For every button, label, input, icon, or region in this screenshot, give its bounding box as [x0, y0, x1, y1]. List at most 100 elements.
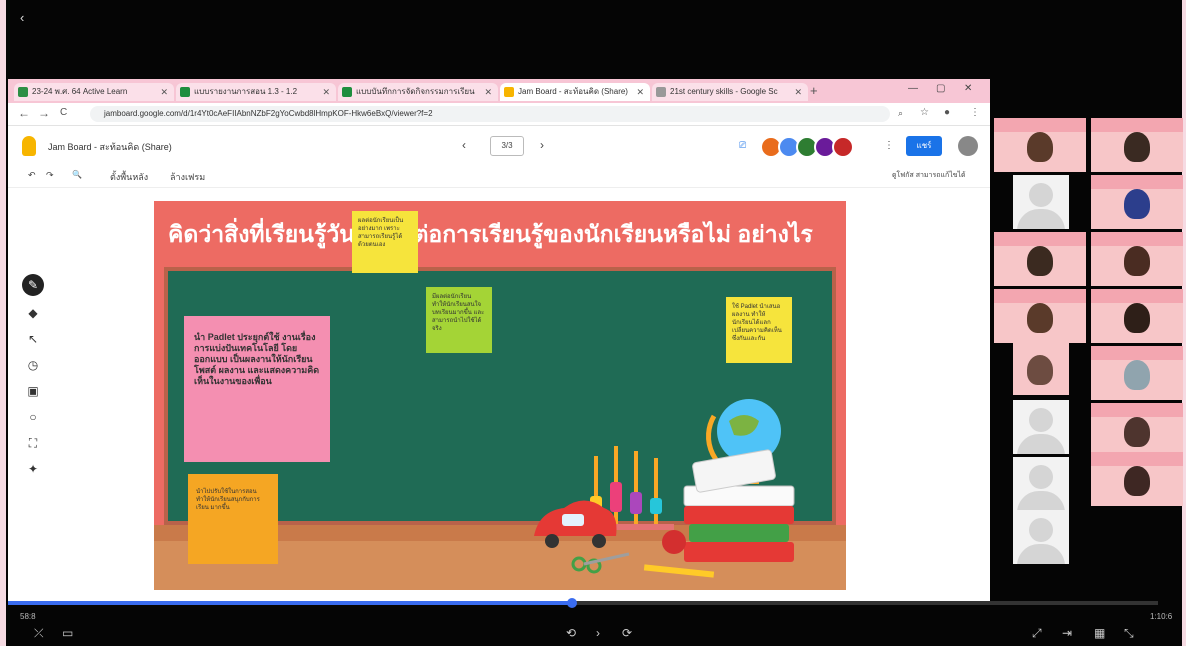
- rewind-icon[interactable]: ⟲: [566, 626, 576, 640]
- zoom-icon[interactable]: 🔍: [72, 170, 82, 179]
- profile-icon[interactable]: ●: [944, 107, 950, 118]
- close-tab-icon[interactable]: ✕: [794, 83, 802, 101]
- redo-icon[interactable]: ↷: [46, 170, 54, 181]
- circle-icon[interactable]: ○: [22, 406, 44, 428]
- browser-tab[interactable]: 23-24 พ.ศ. 64 Active Learn ✕: [14, 83, 174, 101]
- tile-header: [994, 118, 1086, 132]
- jamboard-frame[interactable]: คิดว่าสิ่งที่เรียนรู้วันนี้มีผลต่อการเรี…: [154, 201, 846, 590]
- close-tab-icon[interactable]: ✕: [160, 83, 168, 101]
- expand-icon[interactable]: ⤢: [1032, 626, 1042, 641]
- clear-frame-button[interactable]: ล้างเฟรม: [170, 170, 205, 184]
- sticky-note[interactable]: นำไปปรับใช้ในการสอน ทำให้นักเรียนสนุกกับ…: [188, 474, 278, 564]
- close-tab-icon[interactable]: ✕: [322, 83, 330, 101]
- school-supplies-illustration: [534, 399, 795, 578]
- share-button[interactable]: แชร์: [906, 136, 942, 156]
- collaborator-avatars[interactable]: [760, 136, 854, 158]
- back-arrow-icon[interactable]: ←: [18, 106, 30, 120]
- tab-label: 23-24 พ.ศ. 64 Active Learn: [32, 87, 128, 96]
- close-tab-icon[interactable]: ✕: [484, 83, 492, 101]
- more-options-icon[interactable]: ⋮: [884, 140, 894, 151]
- participant-video: [1124, 360, 1150, 390]
- jamboard-logo-icon: [22, 136, 36, 156]
- play-icon[interactable]: ›: [596, 626, 600, 640]
- user-avatar[interactable]: [958, 136, 978, 156]
- layout-icon[interactable]: ▦: [1094, 626, 1105, 640]
- tile-header: [1091, 403, 1183, 417]
- browser-tab[interactable]: 21st century skills - Google Sc ✕: [652, 83, 808, 101]
- participant-tile[interactable]: [1013, 400, 1069, 454]
- set-background-button[interactable]: ตั้งพื้นหลัง: [110, 170, 148, 184]
- participant-tile[interactable]: [1091, 118, 1183, 172]
- seek-bar[interactable]: [8, 601, 1158, 605]
- participant-tile[interactable]: [994, 232, 1086, 286]
- maximize-button[interactable]: ▢: [936, 83, 945, 94]
- participant-video: [1124, 417, 1150, 447]
- seek-handle[interactable]: [566, 598, 577, 608]
- prev-frame-button[interactable]: ‹: [462, 138, 466, 152]
- participant-tile[interactable]: [1013, 341, 1069, 395]
- screen-icon[interactable]: ▭: [62, 626, 73, 640]
- tab-favicon-icon: [342, 87, 352, 97]
- shared-screen-browser: 23-24 พ.ศ. 64 Active Learn ✕ แบบรายงานการ…: [8, 79, 990, 601]
- forward-arrow-icon[interactable]: →: [38, 106, 50, 120]
- browser-tab[interactable]: แบบรายงานการสอน 1.3 - 1.2 ✕: [176, 83, 336, 101]
- scissors-icon: [571, 552, 630, 574]
- avatar-placeholder-body: [1017, 544, 1065, 564]
- participant-tile[interactable]: [1091, 175, 1183, 229]
- text-box-icon[interactable]: ⛶: [22, 432, 44, 454]
- close-window-button[interactable]: ✕: [964, 83, 972, 94]
- participant-tile[interactable]: [1091, 346, 1183, 400]
- sticky-note[interactable]: ใช้ Padlet นำเสนอผลงาน ทำให้นักเรียนได้แ…: [726, 297, 792, 363]
- participant-video: [1124, 303, 1150, 333]
- star-icon[interactable]: ☆: [920, 107, 929, 118]
- participant-video: [1027, 132, 1053, 162]
- sticky-note-icon[interactable]: ◷: [22, 354, 44, 376]
- frame-counter[interactable]: 3/3: [490, 136, 524, 156]
- participant-tile[interactable]: [1013, 457, 1069, 511]
- document-title[interactable]: Jam Board - สะท้อนคิด (Share): [48, 140, 172, 154]
- participant-tile[interactable]: [994, 289, 1086, 343]
- laser-icon[interactable]: ✦: [22, 458, 44, 480]
- sticky-note[interactable]: ผลต่อนักเรียนเป็นอย่างมาก เพราะสามารถเรี…: [352, 211, 418, 273]
- next-frame-button[interactable]: ›: [540, 138, 544, 152]
- url-input[interactable]: jamboard.google.com/d/1r4Yt0cAeFIIAbnNZb…: [90, 106, 890, 122]
- avatar-placeholder: [1029, 408, 1053, 432]
- cast-icon[interactable]: ⎚: [739, 140, 746, 151]
- back-button[interactable]: ‹: [20, 10, 24, 25]
- minimize-button[interactable]: —: [908, 83, 918, 94]
- participant-tile[interactable]: [1091, 289, 1183, 343]
- participant-tile[interactable]: [1091, 452, 1183, 506]
- browser-tab-active[interactable]: Jam Board - สะท้อนคิด (Share) ✕: [500, 83, 650, 101]
- eraser-icon[interactable]: ◆: [22, 302, 44, 324]
- next-chapter-icon[interactable]: ⇥: [1062, 626, 1072, 640]
- avatar-placeholder-body: [1017, 434, 1065, 454]
- sticky-note[interactable]: มีผลต่อนักเรียน ทำให้นักเรียนสนใจบทเรียน…: [426, 287, 492, 353]
- jamboard-header: Jam Board - สะท้อนคิด (Share) ‹ 3/3 › ⎚ …: [8, 126, 990, 166]
- tile-header: [994, 232, 1086, 246]
- close-tab-icon[interactable]: ✕: [636, 83, 644, 101]
- participant-tile[interactable]: [1013, 510, 1069, 564]
- sticky-note[interactable]: นำ Padlet ประยุกต์ใช้ งานเรื่องการแบ่งปั…: [184, 316, 330, 462]
- new-tab-button[interactable]: +: [810, 83, 818, 98]
- participant-tile[interactable]: [1091, 232, 1183, 286]
- undo-icon[interactable]: ↶: [28, 170, 36, 181]
- avatar-placeholder: [1029, 518, 1053, 542]
- total-time: 1:10:6: [1150, 612, 1173, 621]
- browser-tab[interactable]: แบบบันทึกการจัดกิจกรรมการเรียน ✕: [338, 83, 498, 101]
- avatar-placeholder-body: [1017, 491, 1065, 511]
- avatar-placeholder: [1029, 183, 1053, 207]
- books-icon: [683, 449, 795, 562]
- menu-icon[interactable]: ⋮: [970, 107, 980, 118]
- image-icon[interactable]: ▣: [22, 380, 44, 402]
- pen-icon[interactable]: ✎: [22, 274, 44, 296]
- participant-tile[interactable]: [1091, 403, 1183, 457]
- reload-icon[interactable]: C: [60, 107, 67, 118]
- participant-tile[interactable]: [1013, 175, 1069, 229]
- tile-header: [1091, 346, 1183, 360]
- close-icon[interactable]: ⤫: [34, 626, 44, 641]
- participant-tile[interactable]: [994, 118, 1086, 172]
- fullscreen-icon[interactable]: ⤡: [1124, 626, 1134, 641]
- select-icon[interactable]: ↖: [22, 328, 44, 350]
- search-icon[interactable]: ⌕: [898, 108, 903, 119]
- forward-icon[interactable]: ⟳: [622, 626, 632, 640]
